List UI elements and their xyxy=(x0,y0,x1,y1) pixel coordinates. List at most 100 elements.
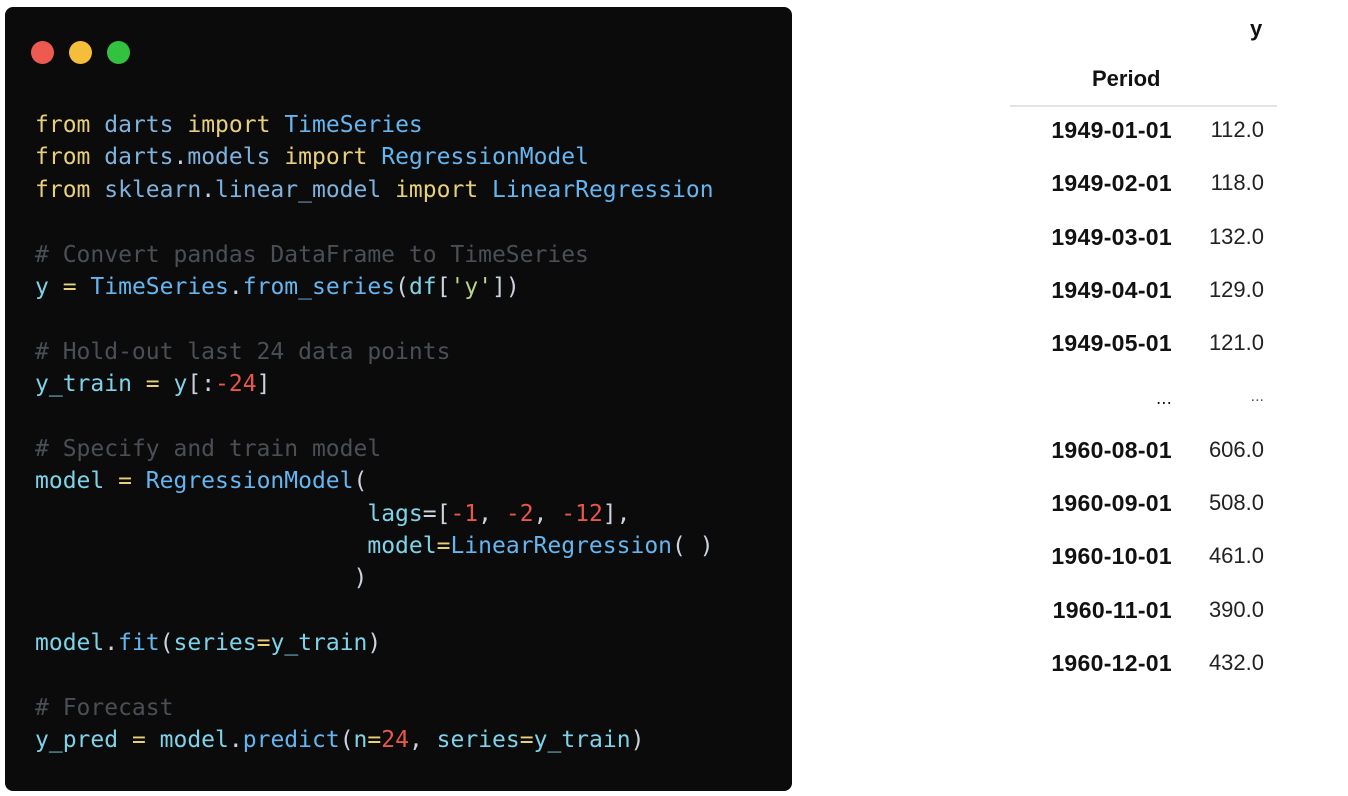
code-token: TimeSeries xyxy=(284,112,423,138)
code-token: darts xyxy=(104,112,174,138)
code-line: # Specify and train model xyxy=(35,433,714,465)
code-token: -24 xyxy=(215,371,257,398)
code-token: ], xyxy=(602,500,631,527)
code-token: # Hold-out last 24 data points xyxy=(35,338,451,365)
dataframe-table: y Period 1949-01-01 112.0 1949-02-01 118.0 1… xyxy=(1000,0,1300,700)
code-line: from darts.models import RegressionModel xyxy=(35,141,714,173)
code-token: y xyxy=(35,273,49,300)
code-token: y_train xyxy=(270,630,368,657)
period-cell: ... xyxy=(1156,388,1172,408)
code-line: y = TimeSeries.from_series(df['y']) xyxy=(35,271,714,303)
value-cell: 390.0 xyxy=(1208,597,1264,622)
table-row: ...... xyxy=(1000,388,1300,428)
code-token: ( ) xyxy=(672,533,714,560)
table-row: 1949-05-01 121.0 xyxy=(1000,330,1300,370)
column-header-y: y xyxy=(1250,16,1263,41)
period-cell: 1949-03-01 xyxy=(1051,224,1172,250)
code-token: from xyxy=(35,112,91,138)
maximize-window-icon[interactable] xyxy=(107,41,130,64)
code-token: fit xyxy=(118,630,160,657)
code-token: model xyxy=(35,468,105,495)
code-token: , xyxy=(478,500,506,527)
value-cell: 606.0 xyxy=(1208,437,1264,462)
table-row: 1960-08-01 606.0 xyxy=(1000,437,1300,477)
code-token: = xyxy=(436,533,451,560)
table-row: 1949-01-01 112.0 xyxy=(1000,117,1300,157)
code-token: n xyxy=(353,727,368,754)
code-token: linear_model xyxy=(215,176,382,203)
code-token: # Forecast xyxy=(35,695,174,722)
code-token: -1 xyxy=(450,500,479,527)
code-token: [ xyxy=(436,273,451,300)
code-token: RegressionModel xyxy=(381,144,589,171)
code-window: from darts import TimeSeries from darts.m… xyxy=(5,7,792,791)
period-cell: 1960-09-01 xyxy=(1051,490,1172,516)
table-row: 1949-02-01 118.0 xyxy=(1000,170,1300,210)
table-row: 1960-11-01 390.0 xyxy=(1000,597,1300,637)
period-cell: 1949-02-01 xyxy=(1051,170,1172,196)
value-cell: 132.0 xyxy=(1208,224,1264,249)
code-line: # Convert pandas DataFrame to TimeSeries xyxy=(35,239,714,271)
code-token: = xyxy=(256,630,271,657)
code-token: [: xyxy=(187,371,216,398)
code-token: ) xyxy=(353,565,368,592)
code-token: models xyxy=(187,144,271,171)
code-line: from sklearn.linear_model import LinearR… xyxy=(35,174,714,206)
code-token: import xyxy=(395,176,479,203)
code-token: series xyxy=(436,727,520,754)
code-token: import xyxy=(187,112,271,138)
code-token: , xyxy=(533,500,562,527)
code-token: ) xyxy=(630,727,645,754)
value-cell: 508.0 xyxy=(1208,490,1264,515)
code-token: 24 xyxy=(381,727,409,754)
code-token: . xyxy=(201,176,216,203)
table-row: 1960-10-01 461.0 xyxy=(1000,543,1300,583)
code-token: LinearRegression xyxy=(450,533,673,560)
value-cell: 129.0 xyxy=(1208,277,1264,302)
code-block: from darts import TimeSeries from darts.m… xyxy=(35,109,714,757)
code-token: df xyxy=(408,273,437,300)
header-divider xyxy=(1010,105,1277,107)
code-token: y_train xyxy=(35,371,132,398)
period-cell: 1949-05-01 xyxy=(1051,330,1172,356)
code-token: ] xyxy=(256,371,271,398)
code-token: ( xyxy=(159,630,174,657)
code-token: -2 xyxy=(505,500,534,527)
code-token: lags xyxy=(367,500,423,527)
period-cell: 1960-12-01 xyxy=(1051,650,1172,676)
minimize-window-icon[interactable] xyxy=(69,41,92,64)
code-token: = xyxy=(118,727,160,754)
code-token: -12 xyxy=(561,500,603,527)
code-token: ( xyxy=(395,273,409,300)
code-token: series xyxy=(173,630,257,657)
code-token: RegressionModel xyxy=(145,468,354,495)
code-token: sklearn xyxy=(104,176,202,203)
code-token: ) xyxy=(367,630,382,657)
code-token: ( xyxy=(353,468,368,495)
close-window-icon[interactable] xyxy=(31,41,54,64)
code-token: = xyxy=(48,273,91,300)
code-line: from darts import TimeSeries xyxy=(35,109,714,141)
code-token: . xyxy=(173,144,188,171)
code-token: model xyxy=(159,727,229,754)
code-token: darts xyxy=(104,144,174,171)
code-token: . xyxy=(228,273,243,300)
code-line: y_train = y[:-24] xyxy=(35,368,714,400)
code-token: LinearRegression xyxy=(492,176,714,203)
code-line: model=LinearRegression( ) xyxy=(35,530,714,562)
code-line: y_pred = model.predict(n=24, series=y_tr… xyxy=(35,724,714,756)
value-cell: ... xyxy=(1250,388,1264,405)
table-row: 1960-09-01 508.0 xyxy=(1000,490,1300,530)
code-token: # Convert pandas DataFrame to TimeSeries xyxy=(35,241,589,268)
table-row: 1949-04-01 129.0 xyxy=(1000,277,1300,317)
period-cell: 1949-01-01 xyxy=(1051,117,1172,143)
